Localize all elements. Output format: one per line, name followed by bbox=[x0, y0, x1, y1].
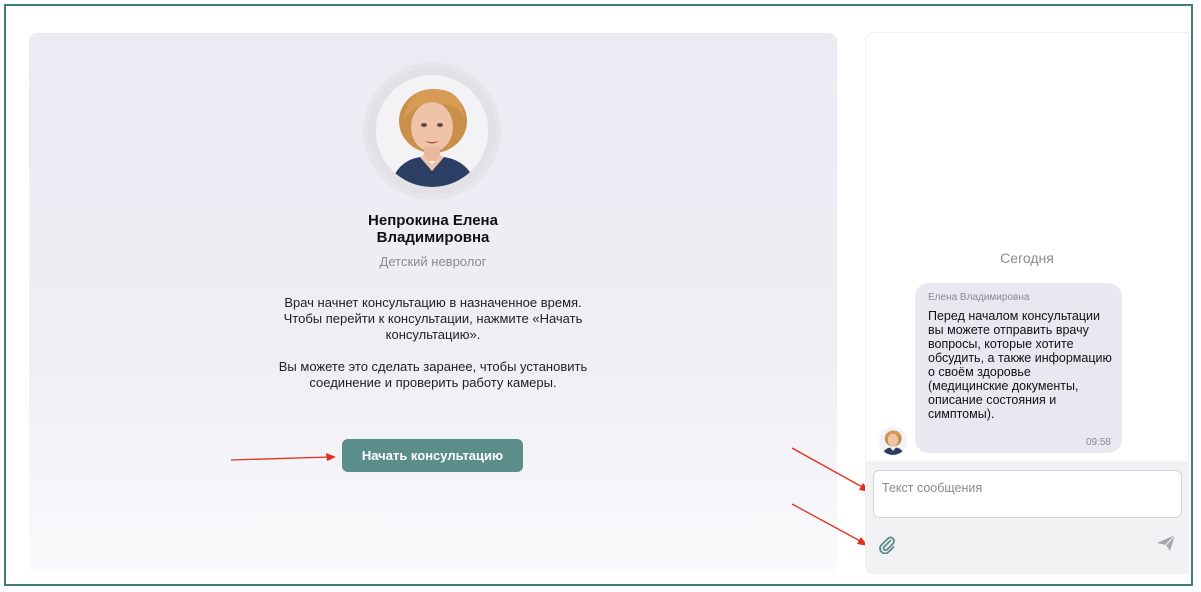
info-paragraph: Врач начнет консультацию в назначенное в… bbox=[283, 295, 583, 342]
doctor-name-line2: Владимировна bbox=[376, 229, 490, 246]
chat-message: Елена Владимировна Перед началом консуль… bbox=[915, 283, 1122, 453]
send-icon[interactable] bbox=[1155, 533, 1177, 553]
start-consultation-button[interactable]: Начать консультацию bbox=[342, 439, 523, 472]
doctor-name: Непрокина Елена Владимировна bbox=[29, 212, 837, 246]
doctor-specialty: Детский невролог bbox=[379, 254, 487, 269]
doctor-name-line1: Непрокина Елена bbox=[368, 212, 498, 229]
doctor-avatar-ring bbox=[363, 62, 501, 200]
paperclip-icon[interactable] bbox=[877, 534, 897, 555]
annotation-arrow bbox=[791, 447, 870, 492]
message-time: 09:58 bbox=[1085, 437, 1111, 448]
sender-avatar bbox=[879, 427, 907, 455]
annotation-arrow bbox=[791, 503, 868, 546]
info-paragraph: Вы можете это сделать заранее, чтобы уст… bbox=[278, 359, 588, 390]
day-separator: Сегодня bbox=[1000, 250, 1054, 266]
annotation-arrow bbox=[230, 453, 336, 461]
message-input[interactable] bbox=[873, 470, 1182, 518]
doctor-avatar bbox=[376, 75, 488, 187]
message-author: Елена Владимировна bbox=[928, 292, 1030, 303]
consultation-info: Врач начнет консультацию в назначенное в… bbox=[270, 295, 596, 407]
message-text: Перед началом консультации вы можете отп… bbox=[928, 309, 1112, 421]
